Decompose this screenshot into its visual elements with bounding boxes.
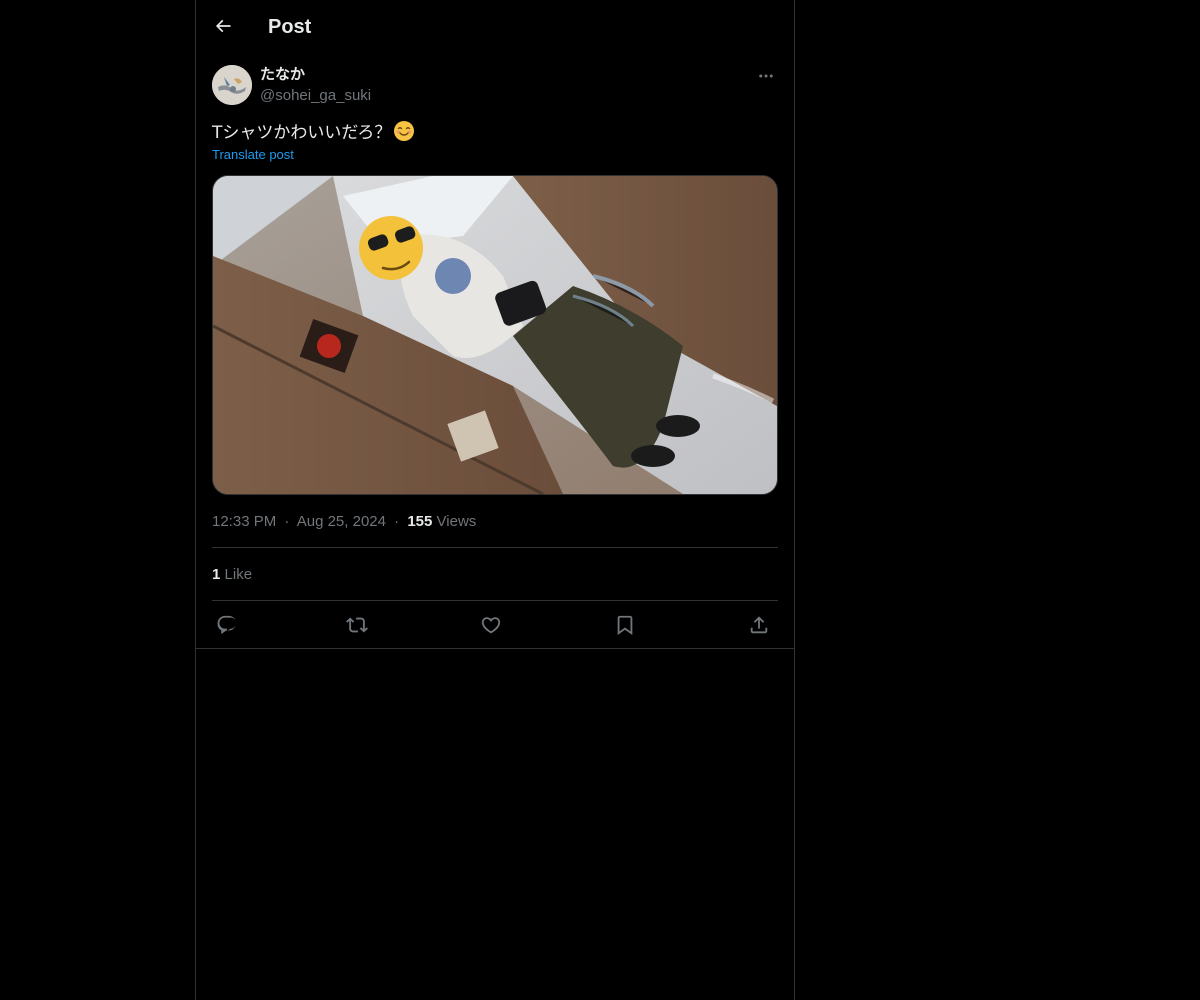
reply-button[interactable] [214, 612, 240, 638]
divider [212, 547, 778, 548]
timeline-column: Post たなか @sohei_ga_suki Tシャツかわいいだろ？ Tran… [195, 0, 795, 1000]
avatar[interactable] [212, 65, 252, 105]
likes-summary[interactable]: 1 Like [212, 565, 252, 585]
post-text: Tシャツかわいいだろ？ [212, 120, 415, 149]
back-button[interactable] [208, 11, 238, 41]
share-button[interactable] [746, 612, 772, 638]
page-header: Post [196, 0, 794, 53]
repost-icon [346, 617, 368, 633]
arrow-left-icon [215, 19, 231, 33]
post-actions [212, 612, 778, 638]
translate-post-link[interactable]: Translate post [212, 146, 294, 164]
repost-button[interactable] [344, 612, 370, 638]
likes-count: 1 [212, 566, 221, 583]
post-metadata: 12:33 PM · Aug 25, 2024 · 155 Views [212, 512, 476, 532]
like-button[interactable] [478, 612, 504, 638]
divider [196, 648, 794, 649]
views-label: Views [436, 513, 477, 530]
meta-separator: · [284, 513, 290, 530]
more-options-button[interactable] [754, 64, 778, 88]
heart-icon [481, 617, 501, 634]
post-body: Tシャツかわいいだろ？ [212, 123, 392, 143]
post-author: たなか @sohei_ga_suki [212, 64, 778, 108]
author-display-name[interactable]: たなか [260, 65, 305, 85]
share-icon [750, 616, 768, 634]
smiling-face-emoji-icon [393, 120, 415, 149]
post-photo[interactable] [212, 175, 778, 495]
bookmark-icon [617, 615, 633, 636]
divider [212, 600, 778, 601]
post-time[interactable]: 12:33 PM [212, 513, 276, 530]
views-count: 155 [407, 513, 433, 530]
author-handle[interactable]: @sohei_ga_suki [260, 86, 371, 106]
post-date[interactable]: Aug 25, 2024 [297, 513, 386, 530]
photo-mirror-selfie-image [213, 176, 777, 494]
likes-label: Like [224, 566, 253, 583]
bookmark-button[interactable] [612, 612, 638, 638]
meta-separator: · [394, 513, 400, 530]
ellipsis-icon [759, 74, 773, 78]
reply-icon [217, 615, 236, 635]
page-title: Post [268, 16, 312, 38]
